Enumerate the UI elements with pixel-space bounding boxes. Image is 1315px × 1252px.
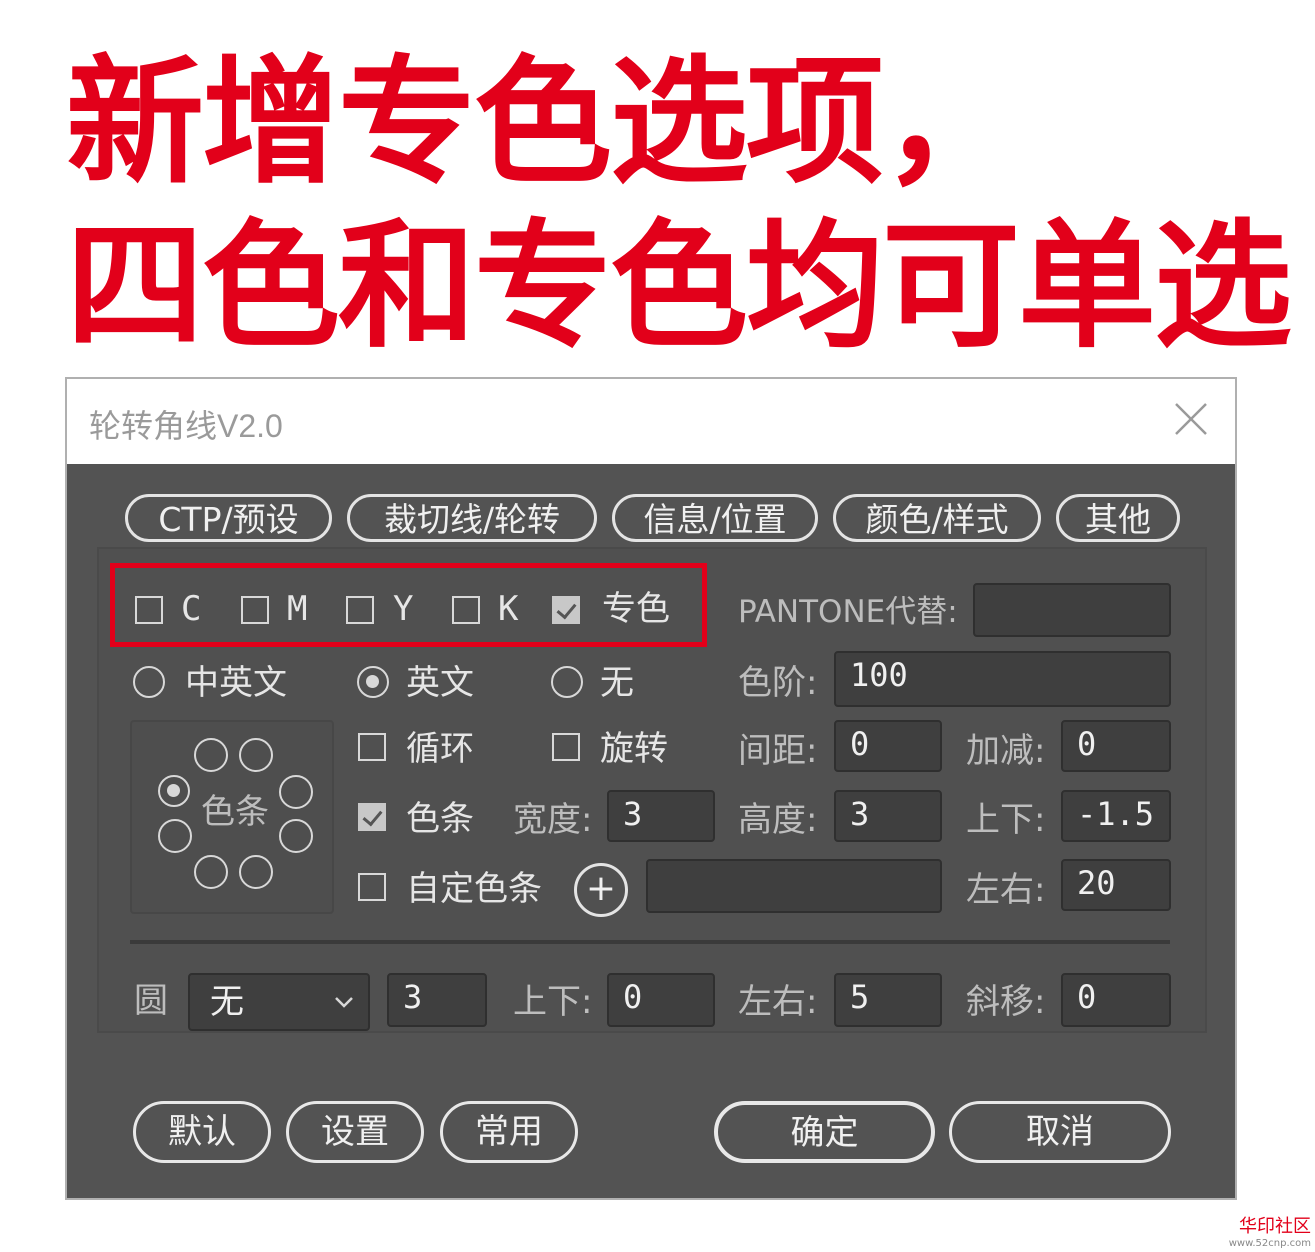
label-custom-colorbar: 自定色条 [406, 869, 542, 909]
label-none: 无 [600, 663, 634, 703]
cancel-button[interactable]: 取消 [949, 1101, 1171, 1163]
label-chinese-english: 中英文 [185, 663, 287, 703]
label-english: 英文 [406, 663, 474, 703]
headline-line-2: 四色和专色均可单选 [66, 206, 1292, 367]
tab-info-position[interactable]: 信息/位置 [612, 494, 818, 542]
updown-field[interactable]: -1.5 [1061, 790, 1171, 842]
watermark-brand: 华印社区 [1239, 1216, 1311, 1237]
highlight-box [110, 563, 707, 647]
section-divider [130, 940, 1170, 944]
common-button[interactable]: 常用 [440, 1101, 578, 1163]
width-field[interactable]: 3 [607, 790, 715, 842]
circle-skew-field[interactable]: 0 [1061, 973, 1171, 1027]
pantone-field[interactable] [973, 583, 1171, 637]
circle-type-select[interactable]: 无 [188, 973, 370, 1031]
spacing-label: 间距: [738, 731, 818, 771]
tab-ctp-preset[interactable]: CTP/预设 [125, 494, 332, 542]
leftright-field[interactable]: 20 [1061, 859, 1171, 911]
circle-size-field[interactable]: 3 [387, 973, 487, 1027]
checkbox-rotate[interactable] [552, 733, 580, 761]
close-icon[interactable] [1173, 401, 1209, 437]
tab-cutline-rotary[interactable]: 裁切线/轮转 [347, 494, 597, 542]
colorbar-center-label: 色条 [201, 792, 269, 832]
position-ring-left-lower[interactable] [158, 819, 192, 853]
label-colorbar: 色条 [406, 799, 474, 839]
radio-english[interactable] [357, 666, 389, 698]
position-ring-top-left[interactable] [194, 738, 228, 772]
checkbox-loop[interactable] [358, 733, 386, 761]
watermark-site: www.52cnp.com [1228, 1238, 1311, 1249]
updown-label: 上下: [966, 800, 1046, 840]
dialog-window: 轮转角线V2.0 CTP/预设 裁切线/轮转 信息/位置 颜色/样式 其他 C … [65, 377, 1237, 1200]
chevron-down-icon [335, 997, 353, 1008]
add-custom-colorbar-button[interactable]: + [574, 863, 628, 917]
addsub-field[interactable]: 0 [1061, 720, 1171, 772]
pantone-label: PANTONE代替: [738, 594, 958, 630]
custom-colorbar-field[interactable] [646, 859, 942, 913]
radio-none[interactable] [551, 666, 583, 698]
width-label: 宽度: [513, 800, 593, 840]
label-rotate: 旋转 [600, 729, 668, 769]
checkbox-colorbar[interactable] [358, 803, 386, 831]
position-ring-left-upper[interactable] [158, 775, 190, 807]
circle-leftright-field[interactable]: 5 [834, 973, 942, 1027]
default-button[interactable]: 默认 [133, 1101, 271, 1163]
headline-line-1: 新增专色选项， [66, 42, 1020, 203]
leftright-label: 左右: [966, 870, 1046, 910]
circle-updown-field[interactable]: 0 [607, 973, 715, 1027]
tab-color-style[interactable]: 颜色/样式 [833, 494, 1041, 542]
dialog-titlebar: 轮转角线V2.0 [67, 379, 1235, 464]
settings-button[interactable]: 设置 [286, 1101, 424, 1163]
circle-skew-label: 斜移: [966, 982, 1046, 1022]
position-ring-bottom-left[interactable] [194, 855, 228, 889]
ok-button[interactable]: 确定 [714, 1101, 935, 1163]
radio-chinese-english[interactable] [133, 666, 165, 698]
circle-updown-label: 上下: [513, 982, 593, 1022]
circle-type-value: 无 [210, 982, 244, 1022]
position-ring-bottom-right[interactable] [239, 855, 273, 889]
addsub-label: 加减: [966, 731, 1046, 771]
height-field[interactable]: 3 [834, 790, 942, 842]
watermark: 华印社区 www.52cnp.com [1229, 1216, 1311, 1250]
dialog-title: 轮转角线V2.0 [89, 408, 283, 444]
checkbox-custom-colorbar[interactable] [358, 873, 386, 901]
level-label: 色阶: [738, 663, 818, 703]
position-ring-top-right[interactable] [239, 738, 273, 772]
height-label: 高度: [738, 800, 818, 840]
circle-leftright-label: 左右: [738, 982, 818, 1022]
position-ring-right-upper[interactable] [279, 775, 313, 809]
tab-other[interactable]: 其他 [1056, 494, 1180, 542]
level-field[interactable]: 100 [834, 651, 1171, 707]
position-ring-right-lower[interactable] [279, 819, 313, 853]
label-loop: 循环 [406, 729, 474, 769]
spacing-field[interactable]: 0 [834, 720, 942, 772]
circle-label: 圆 [134, 981, 168, 1021]
